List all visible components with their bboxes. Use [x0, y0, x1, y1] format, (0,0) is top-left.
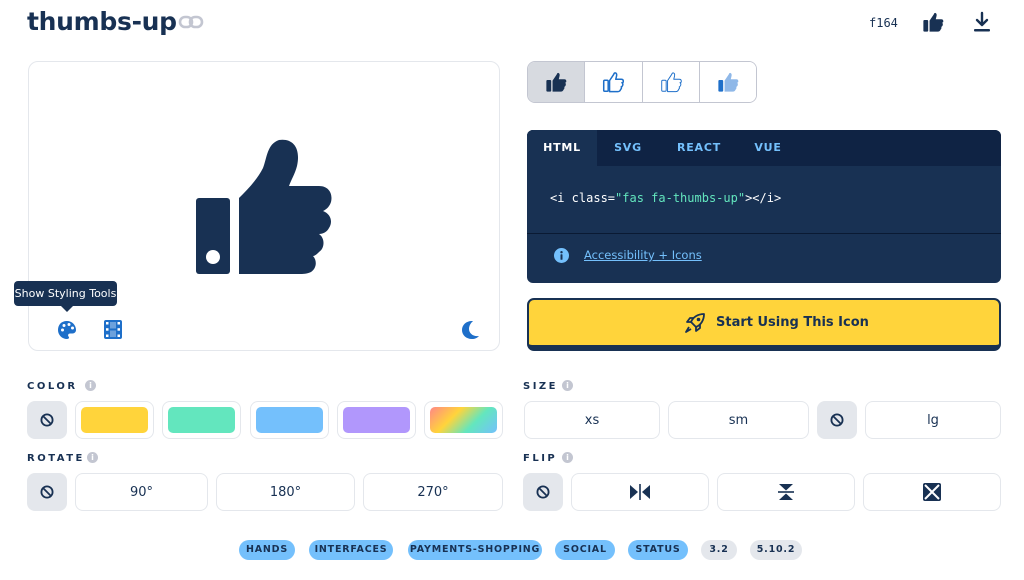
ban-icon	[830, 413, 844, 427]
flip-vertical-icon	[778, 484, 794, 500]
style-light-button[interactable]	[642, 62, 700, 102]
tag-version-3-2[interactable]: 3.2	[701, 540, 737, 560]
swatch-rainbow[interactable]	[424, 401, 503, 439]
accessibility-link[interactable]: Accessibility + Icons	[584, 248, 702, 262]
flip-none-button[interactable]	[523, 473, 563, 511]
size-lg-button[interactable]: lg	[865, 401, 1001, 439]
rotate-180-button[interactable]: 180°	[216, 473, 355, 511]
tag-payments-shopping[interactable]: PAYMENTS-SHOPPING	[408, 540, 542, 560]
film-icon[interactable]	[104, 320, 122, 339]
icon-preview	[28, 61, 500, 351]
thumbs-up-solid-icon	[546, 72, 567, 92]
swatch-purple[interactable]	[337, 401, 416, 439]
ban-icon	[40, 485, 54, 499]
code-tabs: HTML SVG REACT VUE	[527, 130, 1001, 166]
color-none-button[interactable]	[27, 401, 67, 439]
tab-vue[interactable]: VUE	[739, 130, 797, 166]
color-label: COLOR	[27, 381, 78, 392]
thumbs-up-light-icon	[660, 72, 682, 93]
tab-html[interactable]: HTML	[527, 130, 597, 166]
thumbs-up-icon[interactable]	[922, 11, 944, 33]
rotate-270-button[interactable]: 270°	[363, 473, 503, 511]
download-icon[interactable]	[972, 11, 992, 33]
code-panel: HTML SVG REACT VUE <i class="fas fa-thum…	[527, 130, 1001, 283]
size-label: SIZE	[523, 381, 559, 392]
ban-icon	[536, 485, 550, 499]
unicode-value[interactable]: f164	[869, 16, 898, 30]
moon-icon[interactable]	[461, 320, 480, 340]
rotate-info-icon[interactable]: i	[87, 452, 98, 463]
color-info-icon[interactable]: i	[85, 380, 96, 391]
style-solid-button[interactable]	[528, 62, 586, 102]
swatch-yellow[interactable]	[75, 401, 154, 439]
rotate-none-button[interactable]	[27, 473, 67, 511]
ban-icon	[40, 413, 54, 427]
tag-hands[interactable]: HANDS	[239, 540, 295, 560]
size-none-button[interactable]	[817, 401, 857, 439]
styling-tools-tooltip: Show Styling Tools	[14, 281, 117, 312]
tab-react[interactable]: REACT	[659, 130, 739, 166]
style-regular-button[interactable]	[585, 62, 643, 102]
palette-icon[interactable]	[57, 320, 77, 340]
thumbs-up-duotone-icon	[718, 72, 739, 92]
rocket-icon	[685, 313, 705, 333]
rotate-label: ROTATE	[27, 453, 85, 464]
flip-horizontal-button[interactable]	[571, 473, 709, 511]
code-snippet[interactable]: <i class="fas fa-thumbs-up"></i>	[550, 191, 781, 205]
style-duotone-button[interactable]	[699, 62, 756, 102]
code-close: ></i>	[745, 191, 782, 205]
swatch-blue[interactable]	[250, 401, 329, 439]
code-divider	[527, 233, 1001, 234]
rotate-90-button[interactable]: 90°	[75, 473, 208, 511]
tag-interfaces[interactable]: INTERFACES	[309, 540, 393, 560]
flip-both-icon	[923, 483, 941, 501]
flip-horizontal-icon	[630, 484, 650, 500]
flip-vertical-button[interactable]	[717, 473, 855, 511]
size-info-icon[interactable]: i	[562, 380, 573, 391]
size-xs-button[interactable]: xs	[524, 401, 660, 439]
flip-info-icon[interactable]: i	[562, 452, 573, 463]
flip-label: FLIP	[523, 453, 558, 464]
size-sm-button[interactable]: sm	[668, 401, 809, 439]
link-icon[interactable]	[178, 12, 204, 32]
start-using-button[interactable]: Start Using This Icon	[527, 298, 1001, 351]
tag-social[interactable]: SOCIAL	[555, 540, 615, 560]
tag-status[interactable]: STATUS	[628, 540, 688, 560]
thumbs-up-regular-icon	[603, 72, 625, 93]
swatch-green[interactable]	[162, 401, 241, 439]
code-class-value: "fas fa-thumbs-up"	[615, 191, 746, 205]
icon-style-switcher	[527, 61, 757, 103]
tag-version-5-10-2[interactable]: 5.10.2	[750, 540, 802, 560]
page-title: thumbs-up	[27, 7, 177, 36]
thumbs-up-preview-icon	[196, 139, 332, 274]
code-open: <i class=	[550, 191, 616, 205]
flip-both-button[interactable]	[863, 473, 1001, 511]
info-icon	[554, 248, 569, 263]
start-using-label: Start Using This Icon	[716, 315, 869, 330]
tab-svg[interactable]: SVG	[597, 130, 659, 166]
